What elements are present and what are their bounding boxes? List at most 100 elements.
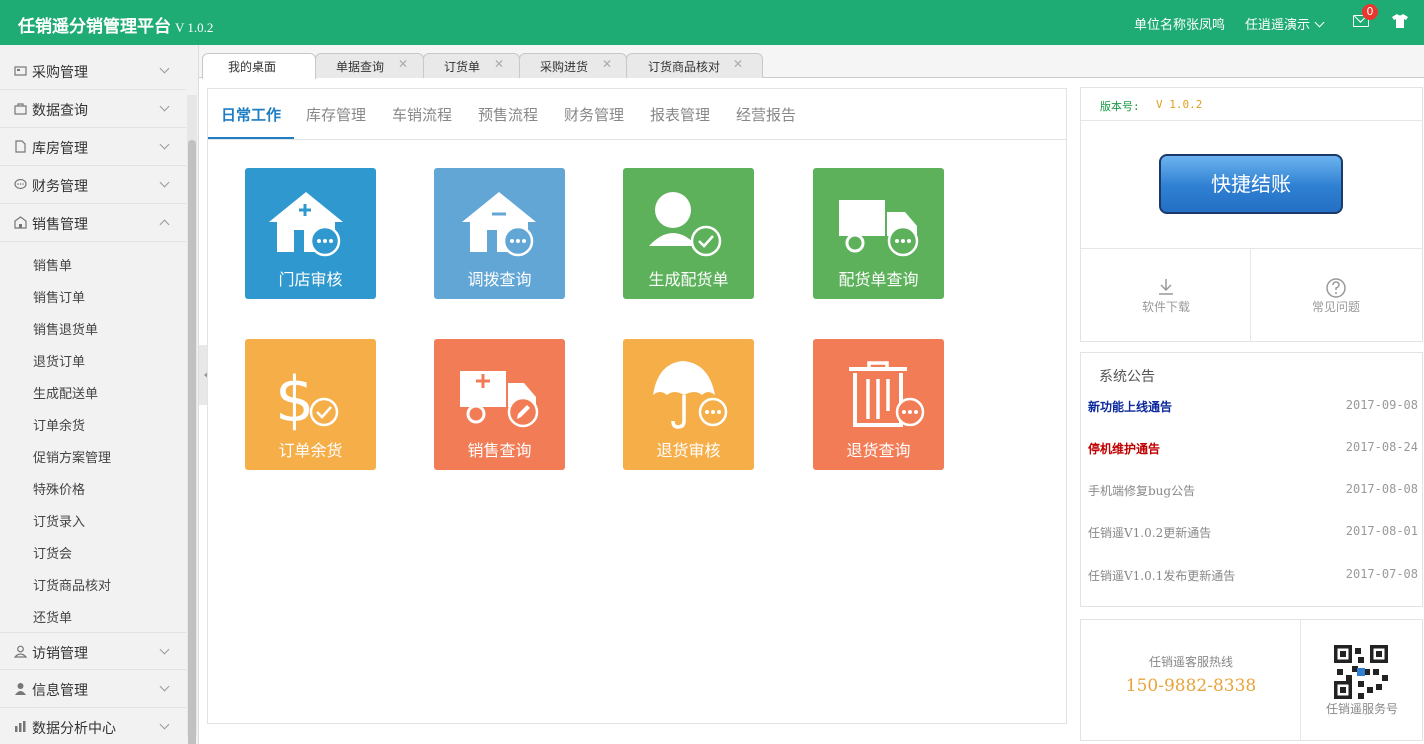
chevron-down-icon xyxy=(159,139,170,150)
subtab-finance[interactable]: 财务管理 xyxy=(564,104,624,125)
page-tab-bar: 我的桌面 单据查询 ✕ 订货单 ✕ 采购进货 ✕ 订货商品核对 ✕ xyxy=(199,45,1424,79)
sidebar-group-finance[interactable]: 财务管理 xyxy=(0,166,186,204)
notice-item-date: 2017-08-01 xyxy=(1345,524,1418,538)
sidebar-group-label: 销售管理 xyxy=(32,217,88,233)
sidebar-group-analytics[interactable]: 数据分析中心 xyxy=(0,708,186,744)
sidebar: 采购管理 数据查询 库房管理 财务管理 销售管理 销售单 销售订单 销售退货单 … xyxy=(0,45,199,744)
chevron-down-icon xyxy=(159,177,170,188)
hotline-number: 150-9882-8338 xyxy=(1125,676,1257,696)
umbrella-icon xyxy=(653,361,728,429)
notice-item-title[interactable]: 任销遥V1.0.2更新通告 xyxy=(1088,524,1211,541)
chat-icon xyxy=(14,178,27,190)
notice-item-title[interactable]: 手机端修复bug公告 xyxy=(1088,482,1195,499)
tile-order-remain[interactable]: $ 订单余货 xyxy=(245,339,376,470)
tile-sales-query[interactable]: 销售查询 xyxy=(434,339,565,470)
sidebar-item-order-entry[interactable]: 订货录入 xyxy=(33,511,85,530)
tile-transfer-query[interactable]: 调拨查询 xyxy=(434,168,565,299)
tab-label: 我的桌面 xyxy=(228,60,277,74)
app-title: 任销遥分销管理平台 V 1.0.2 xyxy=(18,12,213,37)
chevron-down-icon xyxy=(159,681,170,692)
close-icon[interactable]: ✕ xyxy=(602,57,612,71)
quick-panel: 版本号: V 1.0.2 快捷结账 软件下载 常见问题 xyxy=(1080,87,1423,342)
tile-label: 订单余货 xyxy=(278,441,343,460)
version-value: V 1.0.2 xyxy=(1156,98,1203,111)
tab-document-query[interactable]: 单据查询 ✕ xyxy=(315,53,424,78)
workspace-subtabs: 日常工作 库存管理 车销流程 预售流程 财务管理 报表管理 经营报告 xyxy=(208,89,1066,140)
sidebar-item-return-order[interactable]: 退货订单 xyxy=(33,351,85,370)
subtab-presale[interactable]: 预售流程 xyxy=(478,104,538,125)
document-icon xyxy=(15,140,26,153)
store-icon xyxy=(14,216,27,229)
active-subtab-indicator xyxy=(208,137,294,139)
tile-label: 销售查询 xyxy=(467,441,532,460)
tab-label: 单据查询 xyxy=(336,60,385,74)
sidebar-item-order-fair[interactable]: 订货会 xyxy=(33,543,72,562)
sidebar-group-label: 采购管理 xyxy=(32,65,88,81)
person-check-icon xyxy=(649,192,722,257)
sidebar-item-sales-orders[interactable]: 销售订单 xyxy=(33,287,85,306)
app-title-text: 任销遥分销管理平台 xyxy=(18,17,171,36)
tile-generate-dispatch[interactable]: 生成配货单 xyxy=(623,168,754,299)
sidebar-group-data-query[interactable]: 数据查询 xyxy=(0,90,186,128)
download-icon xyxy=(1159,279,1173,295)
subtab-business-report[interactable]: 经营报告 xyxy=(736,104,796,125)
tile-return-query[interactable]: 退货查询 xyxy=(813,339,944,470)
question-icon xyxy=(1326,278,1346,298)
sidebar-item-special-price[interactable]: 特殊价格 xyxy=(33,479,85,498)
tile-store-audit[interactable]: 门店审核 xyxy=(245,168,376,299)
subtab-reports[interactable]: 报表管理 xyxy=(650,104,710,125)
skin-shirt-icon[interactable] xyxy=(1392,14,1408,32)
sidebar-group-warehouse[interactable]: 库房管理 xyxy=(0,128,186,166)
chevron-down-icon xyxy=(159,63,170,74)
sidebar-group-info[interactable]: 信息管理 xyxy=(0,670,186,708)
tab-purchase-in[interactable]: 采购进货 ✕ xyxy=(519,53,627,78)
notice-item-date: 2017-09-08 xyxy=(1345,398,1418,412)
quick-checkout-button[interactable]: 快捷结账 xyxy=(1159,154,1343,214)
software-download-link[interactable]: 软件下载 xyxy=(1081,249,1251,342)
qr-label: 任销遥服务号 xyxy=(1325,702,1398,716)
sidebar-scrollbar-thumb[interactable] xyxy=(188,140,196,744)
org-name: 单位名称张凤鸣 xyxy=(1134,18,1226,33)
tab-my-desktop[interactable]: 我的桌面 xyxy=(202,53,316,79)
notice-item-title[interactable]: 新功能上线通告 xyxy=(1088,398,1172,415)
sidebar-group-visit-sales[interactable]: 访销管理 xyxy=(0,632,186,670)
sidebar-item-return-goods[interactable]: 还货单 xyxy=(33,607,72,626)
notice-item-title[interactable]: 停机维护通告 xyxy=(1088,440,1160,457)
divider xyxy=(1081,120,1422,121)
truck-icon xyxy=(839,200,919,257)
sidebar-group-purchase[interactable]: 采购管理 xyxy=(0,52,186,90)
user-menu[interactable]: 任逍遥演示 xyxy=(1245,14,1325,33)
close-icon[interactable]: ✕ xyxy=(733,57,743,71)
tab-order[interactable]: 订货单 ✕ xyxy=(423,53,520,78)
subtab-daily-work[interactable]: 日常工作 xyxy=(221,104,281,125)
download-label: 软件下载 xyxy=(1141,300,1190,314)
sidebar-item-sales-return[interactable]: 销售退货单 xyxy=(33,319,98,338)
notice-panel: 系统公告 新功能上线通告 2017-09-08 停机维护通告 2017-08-2… xyxy=(1080,352,1423,607)
sidebar-item-order-remain[interactable]: 订单余货 xyxy=(33,415,85,434)
notice-item-title[interactable]: 任销遥V1.0.1发布更新通告 xyxy=(1088,567,1235,584)
tile-return-audit[interactable]: 退货审核 xyxy=(623,339,754,470)
tab-label: 订货单 xyxy=(444,60,481,74)
close-icon[interactable]: ✕ xyxy=(398,57,408,71)
user-name: 任逍遥演示 xyxy=(1245,18,1311,33)
sidebar-item-order-check[interactable]: 订货商品核对 xyxy=(33,575,111,594)
top-header: 任销遥分销管理平台 V 1.0.2 单位名称张凤鸣 任逍遥演示 0 xyxy=(0,0,1424,45)
subtab-inventory[interactable]: 库存管理 xyxy=(306,104,366,125)
tile-label: 退货审核 xyxy=(656,441,721,460)
sidebar-item-promotion[interactable]: 促销方案管理 xyxy=(33,447,111,466)
tab-order-goods-check[interactable]: 订货商品核对 ✕ xyxy=(626,53,763,78)
subtab-vehicle-sales[interactable]: 车销流程 xyxy=(392,104,452,125)
faq-link[interactable]: 常见问题 xyxy=(1251,249,1421,342)
house-plus-icon xyxy=(269,192,343,257)
sidebar-group-label: 财务管理 xyxy=(32,179,88,195)
person-icon xyxy=(14,645,27,658)
sidebar-item-sales-order[interactable]: 销售单 xyxy=(33,255,72,274)
tab-label: 采购进货 xyxy=(540,60,589,74)
truck-edit-icon xyxy=(460,371,539,428)
dollar-check-icon: $ xyxy=(275,363,339,436)
tile-dispatch-query[interactable]: 配货单查询 xyxy=(813,168,944,299)
close-icon[interactable]: ✕ xyxy=(494,57,504,71)
sidebar-item-gen-delivery[interactable]: 生成配送单 xyxy=(33,383,98,402)
sidebar-group-sales[interactable]: 销售管理 xyxy=(0,204,186,242)
tab-label: 订货商品核对 xyxy=(648,60,721,74)
